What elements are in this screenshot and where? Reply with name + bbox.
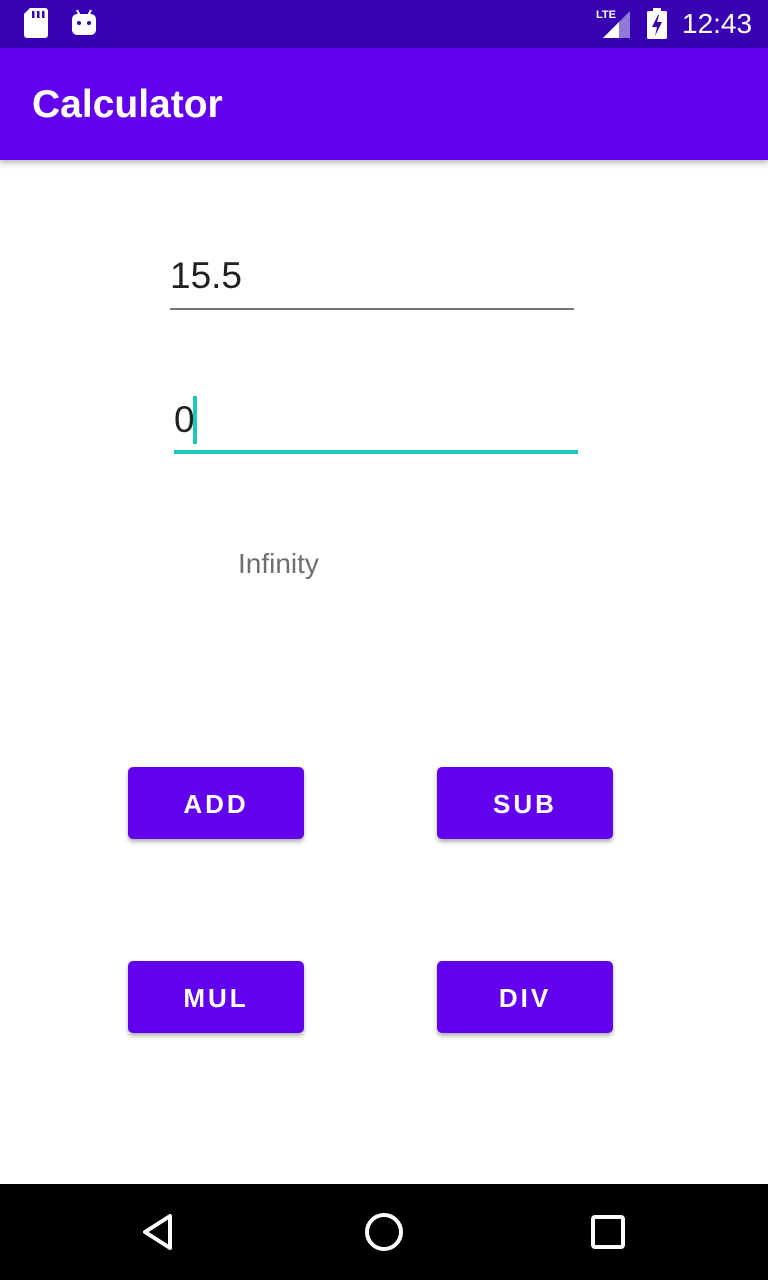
sub-button[interactable]: SUB <box>437 767 613 839</box>
lte-signal-icon: LTE <box>594 9 632 39</box>
first-number-field[interactable] <box>170 248 574 310</box>
div-button[interactable]: DIV <box>437 961 613 1033</box>
sd-card-icon <box>24 8 48 38</box>
status-bar: LTE 12:43 <box>0 0 768 48</box>
add-button[interactable]: ADD <box>128 767 304 839</box>
second-number-underline <box>174 450 578 454</box>
first-number-input[interactable] <box>170 248 574 304</box>
navigation-bar <box>0 1184 768 1280</box>
second-number-field[interactable] <box>174 392 578 454</box>
clock: 12:43 <box>682 8 753 39</box>
recent-apps-icon[interactable] <box>584 1208 632 1256</box>
second-number-input[interactable] <box>174 392 578 448</box>
page-title: Calculator <box>32 83 223 126</box>
result-text: Infinity <box>238 548 319 579</box>
battery-charging-icon <box>647 8 667 39</box>
mul-button[interactable]: MUL <box>128 961 304 1033</box>
first-number-underline <box>170 308 574 310</box>
home-icon[interactable] <box>360 1208 408 1256</box>
android-icon <box>72 9 96 35</box>
back-icon[interactable] <box>136 1208 184 1256</box>
app-bar: Calculator <box>0 48 768 160</box>
text-cursor <box>193 396 197 444</box>
